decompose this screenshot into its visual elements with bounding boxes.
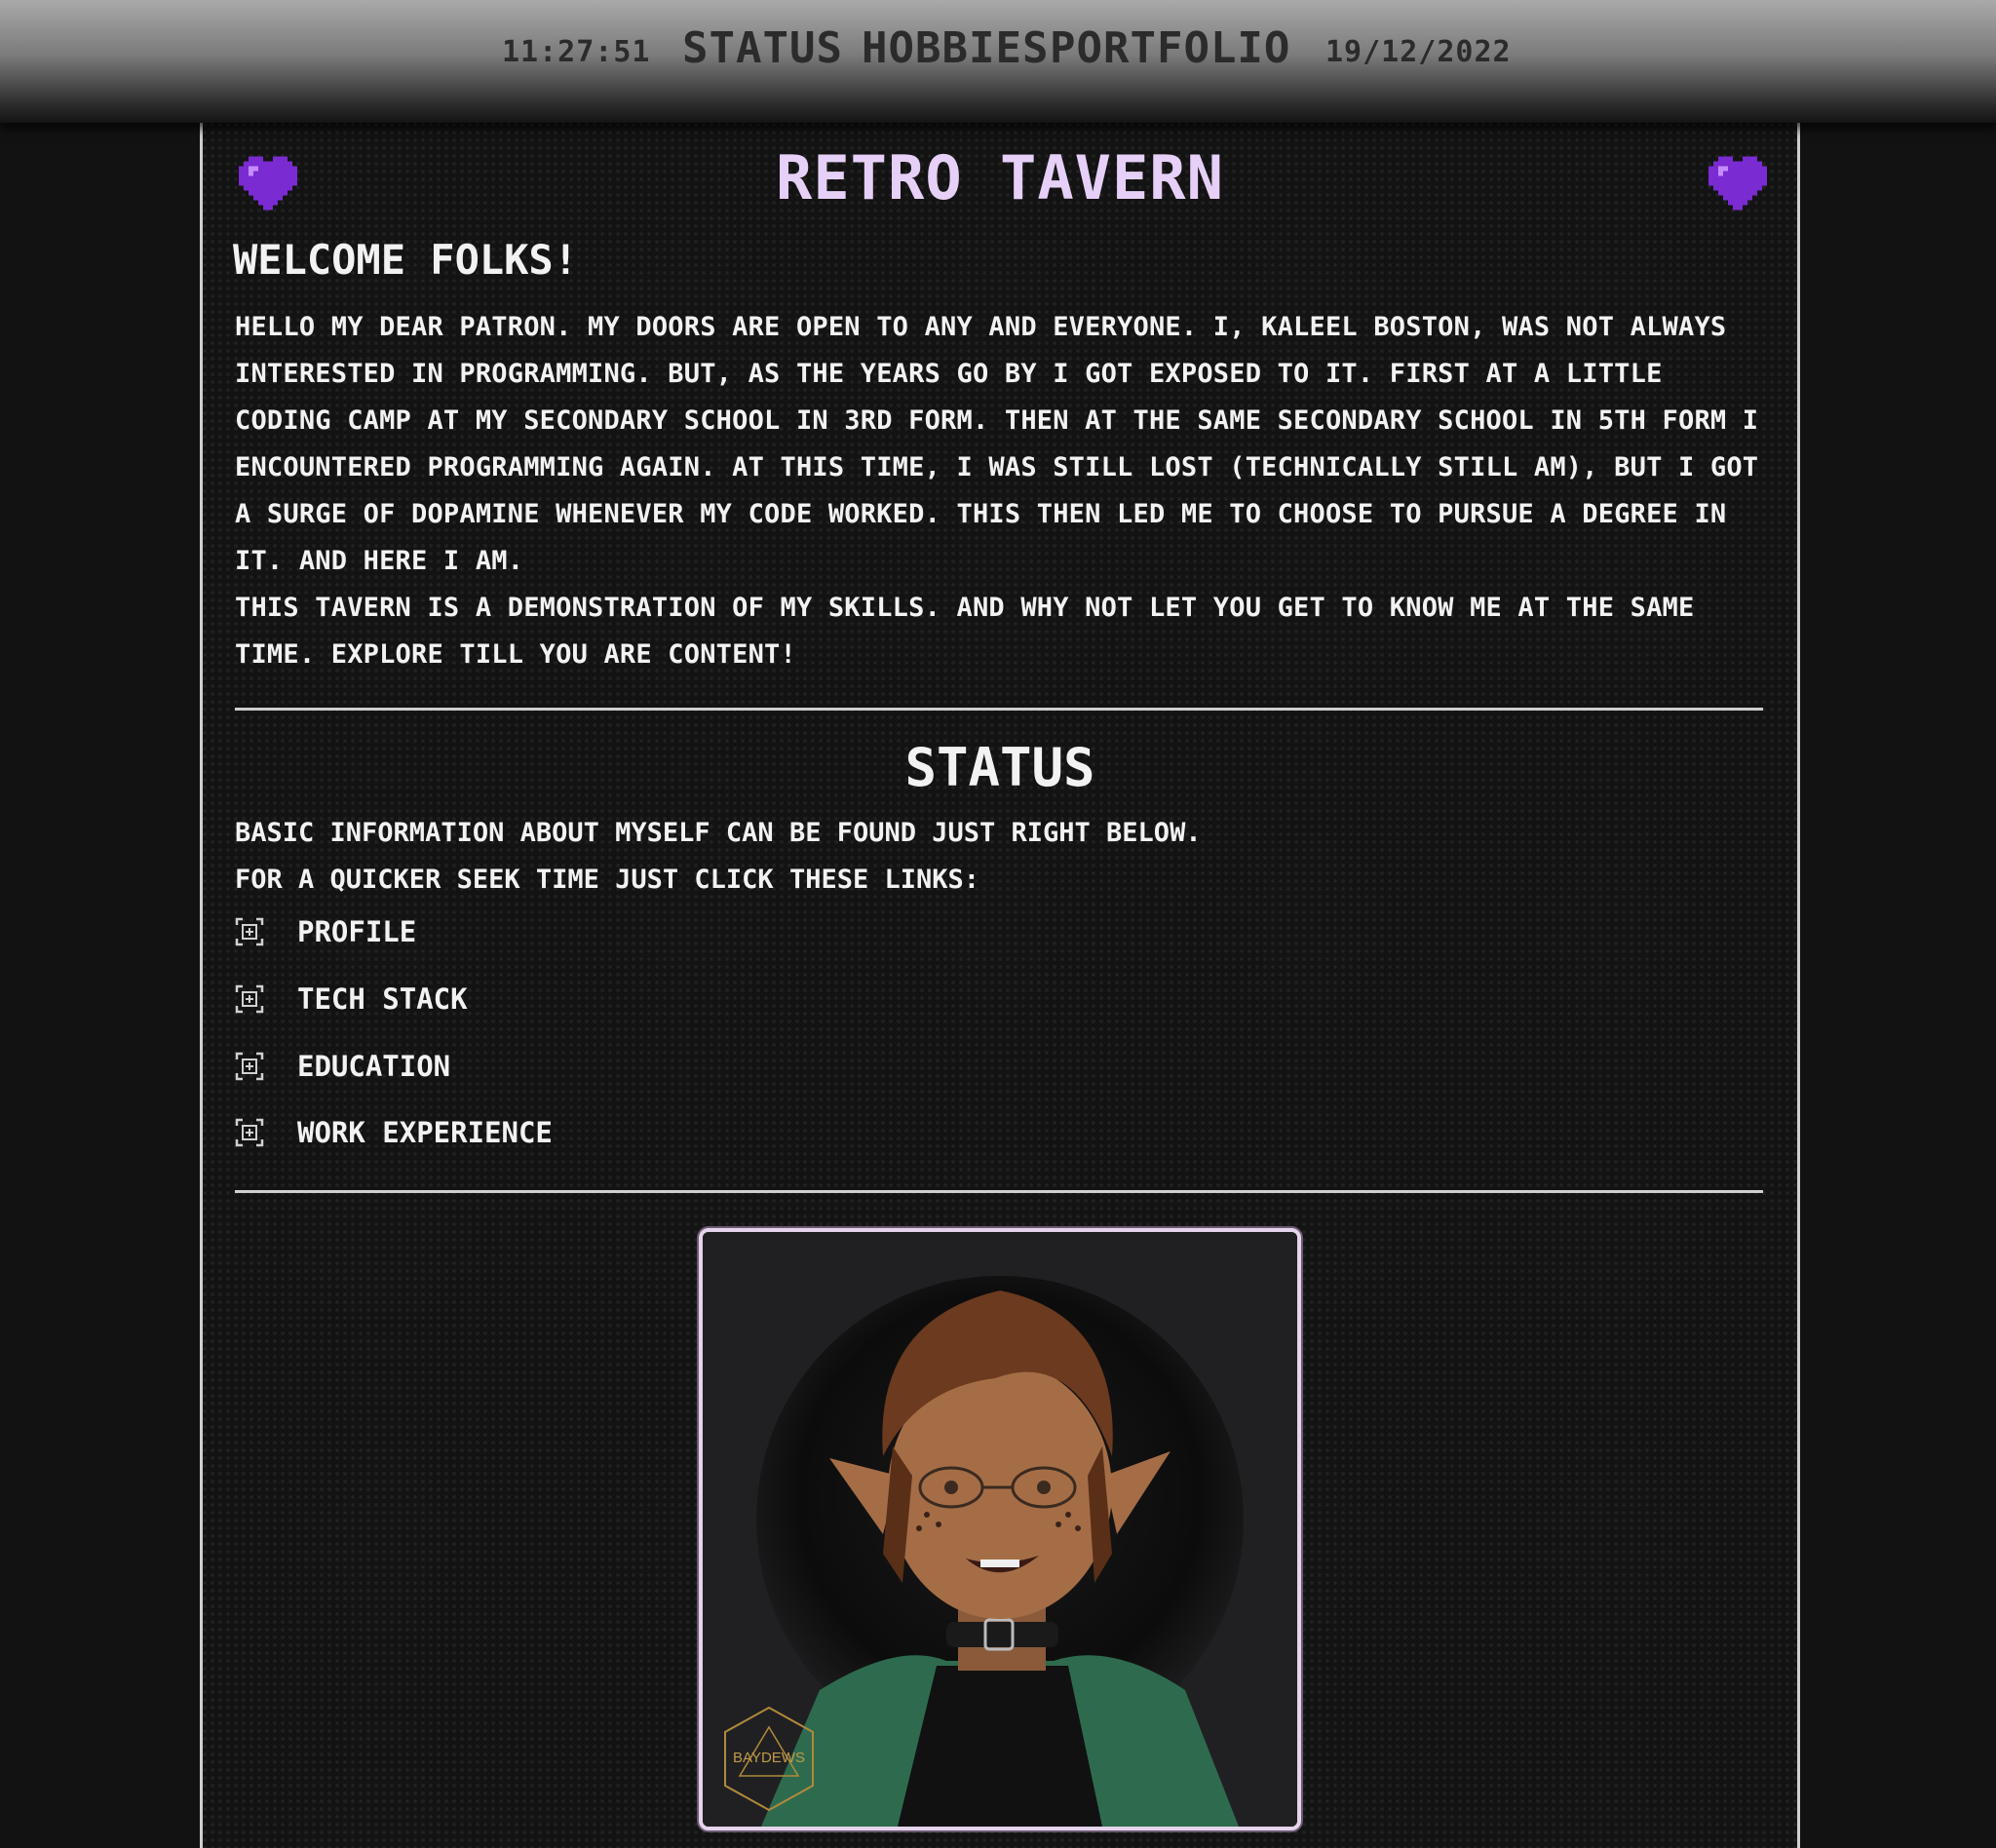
welcome-paragraph: Hello my dear patron. My doors are open … xyxy=(235,312,1759,576)
status-link-item: Tech Stack xyxy=(235,982,468,1017)
nav-status[interactable]: STATUS xyxy=(682,23,843,73)
status-heading: STATUS xyxy=(904,737,1095,798)
clock: 11:27:51 xyxy=(502,35,651,69)
heart-icon xyxy=(1708,156,1767,211)
status-links-intro: For a quicker seek time just click these… xyxy=(235,865,980,895)
link-tech-stack[interactable]: Tech Stack xyxy=(297,982,468,1016)
link-profile[interactable]: Profile xyxy=(297,915,416,948)
link-education[interactable]: Education xyxy=(297,1050,450,1083)
nav-portfolio[interactable]: PORTFOLIO xyxy=(1050,23,1290,73)
plus-box-icon xyxy=(235,1118,264,1147)
avatar-portrait-image: BAYDEWS xyxy=(703,1232,1297,1827)
welcome-paragraph-2: This tavern is a demonstration of my ski… xyxy=(235,593,1695,670)
top-navbar: 11:27:51 STATUS HOBBIES PORTFOLIO 19/12/… xyxy=(0,0,1996,123)
plus-box-icon xyxy=(235,917,264,946)
status-link-item: Profile xyxy=(235,914,416,949)
date: 19/12/2022 xyxy=(1325,35,1512,69)
divider xyxy=(235,708,1763,711)
status-link-item: Education xyxy=(235,1049,450,1084)
status-intro: Basic information about myself can be fo… xyxy=(235,818,1202,848)
plus-box-icon xyxy=(235,1052,264,1081)
nav-hobbies[interactable]: HOBBIES xyxy=(862,23,1049,73)
plus-box-icon xyxy=(235,984,264,1014)
site-title: RETRO TAVERN xyxy=(776,142,1224,213)
svg-text:BAYDEWS: BAYDEWS xyxy=(733,1750,805,1766)
avatar: BAYDEWS xyxy=(699,1228,1301,1830)
divider xyxy=(235,1190,1763,1193)
status-link-item: Work Experience xyxy=(235,1115,553,1150)
main-panel: RETRO TAVERN WELCOME FOLKS! Hello my dea… xyxy=(200,123,1800,1848)
link-work-experience[interactable]: Work Experience xyxy=(297,1116,553,1149)
welcome-heading: WELCOME FOLKS! xyxy=(233,236,579,284)
